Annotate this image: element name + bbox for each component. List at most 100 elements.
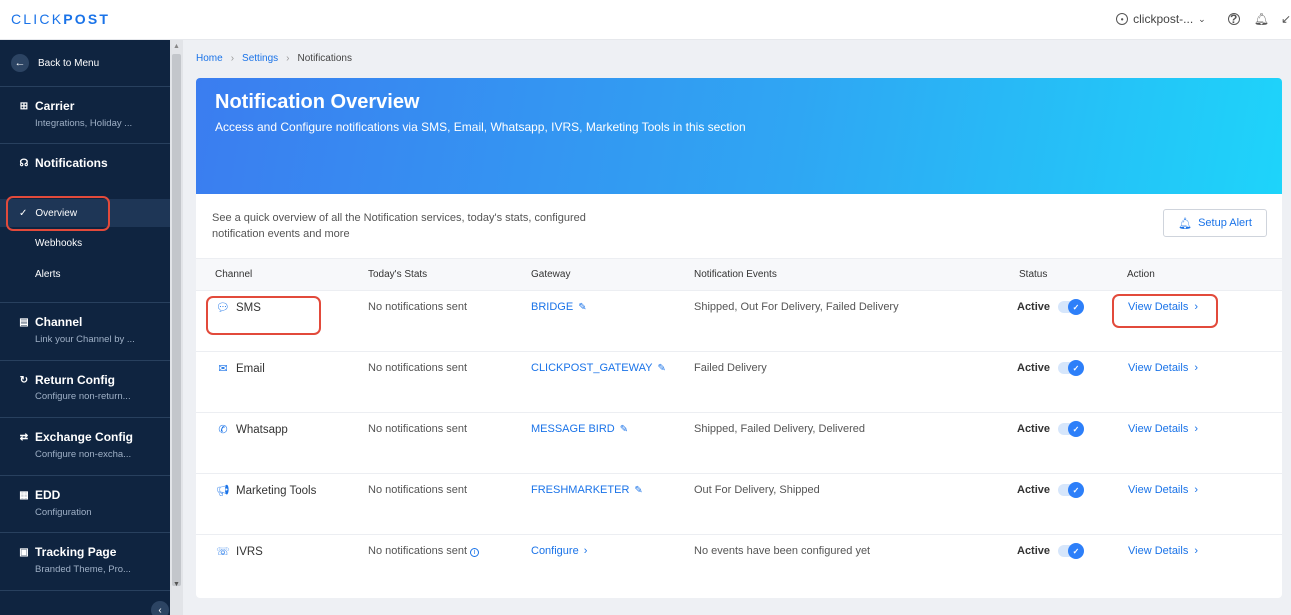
sidebar-item-label: Alerts <box>35 268 61 280</box>
status-toggle[interactable]: ✓ <box>1058 299 1085 315</box>
status-toggle[interactable]: ✓ <box>1058 482 1085 498</box>
sidebar-notifications-header[interactable]: ☊ Notifications <box>19 156 108 170</box>
view-details-label: View Details <box>1128 362 1189 374</box>
gateway-name: BRIDGE <box>531 301 574 313</box>
sidebar-section-title: Exchange Config <box>35 430 134 444</box>
sidebar-section-return-config[interactable]: ↻ Return Config Configure non-return... <box>0 361 170 418</box>
highlight-box-view-details <box>1112 294 1218 328</box>
status-toggle[interactable]: ✓ <box>1058 421 1085 437</box>
channel-name: Marketing Tools <box>236 484 317 497</box>
view-details-link[interactable]: View Details › <box>1128 484 1198 496</box>
status-label: Active <box>1017 484 1051 496</box>
email-icon: ✉ <box>218 363 228 375</box>
sidebar-item-webhooks[interactable]: Webhooks <box>0 229 170 257</box>
status-toggle[interactable]: ✓ <box>1058 360 1085 376</box>
column-header: Status <box>1019 269 1048 280</box>
info-icon[interactable]: i <box>470 548 480 557</box>
events-cell: Shipped, Failed Delivery, Delivered <box>694 423 865 435</box>
events-cell: Out For Delivery, Shipped <box>694 484 820 496</box>
question-circle-icon[interactable]: ? <box>1227 12 1240 26</box>
back-to-menu-button[interactable]: ← Back to Menu <box>0 40 170 87</box>
status-label: Active <box>1017 423 1051 435</box>
status-cell: Active ✓ <box>1017 360 1085 376</box>
sidebar-section-subtitle: Link your Channel by ... <box>35 334 135 345</box>
configure-link[interactable]: Configure › <box>531 545 587 557</box>
breadcrumb-settings[interactable]: Settings <box>242 53 278 64</box>
scroll-down-icon[interactable]: ▼ <box>173 581 180 588</box>
setup-alert-button[interactable]: 🔔︎ Setup Alert <box>1163 209 1267 237</box>
events-cell: Shipped, Out For Delivery, Failed Delive… <box>694 301 899 313</box>
gateway-link[interactable]: CLICKPOST_GATEWAY ✎ <box>531 362 666 374</box>
chevron-right-icon: › <box>583 545 588 557</box>
pencil-icon[interactable]: ✎ <box>634 485 642 496</box>
carrier-icon: ⊞ <box>19 100 29 112</box>
status-toggle[interactable]: ✓ <box>1058 543 1085 559</box>
status-cell: Active ✓ <box>1017 421 1085 437</box>
sidebar-section-subtitle: Branded Theme, Pro... <box>35 564 131 575</box>
page-title: Notification Overview <box>215 91 420 113</box>
chevron-left-icon: ‹ <box>158 604 162 615</box>
back-to-menu-label: Back to Menu <box>38 57 100 69</box>
channel-icon: ▤ <box>19 316 29 328</box>
chevron-right-icon: › <box>230 53 235 64</box>
highlight-box-sms <box>206 296 321 335</box>
status-cell: Active ✓ <box>1017 299 1085 315</box>
gateway-link[interactable]: FRESHMARKETER ✎ <box>531 484 643 496</box>
view-details-link[interactable]: View Details › <box>1128 545 1198 557</box>
bell-icon[interactable]: 🔔︎ <box>1254 12 1269 26</box>
account-menu[interactable]: • clickpost-... ⌄ <box>1116 12 1206 26</box>
chevron-right-icon: › <box>1194 545 1198 557</box>
arrow-left-icon: ← <box>11 54 29 72</box>
page-subtitle: Access and Configure notifications via S… <box>215 120 746 134</box>
channel-name: Email <box>236 362 265 375</box>
sidebar-item-alerts[interactable]: Alerts <box>0 260 170 288</box>
status-label: Active <box>1017 545 1051 557</box>
pencil-icon[interactable]: ✎ <box>578 302 586 313</box>
scrollbar-thumb[interactable] <box>172 54 181 586</box>
view-details-link[interactable]: View Details › <box>1128 362 1198 374</box>
exchange-icon: ⇄ <box>19 431 29 443</box>
view-details-link[interactable]: View Details › <box>1128 423 1198 435</box>
whatsapp-icon: ✆ <box>218 424 228 436</box>
check-icon: ✓ <box>1068 543 1085 559</box>
chevron-right-icon: › <box>1194 484 1198 496</box>
pencil-icon[interactable]: ✎ <box>657 363 665 374</box>
collapse-sidebar-button[interactable]: ‹ <box>151 601 169 615</box>
table-row: ✆ Whatsapp No notifications sent MESSAGE … <box>196 413 1282 474</box>
stats-cell: No notifications sent <box>368 301 468 313</box>
check-icon: ✓ <box>1068 482 1085 498</box>
breadcrumb-home[interactable]: Home <box>196 53 223 64</box>
sidebar-section-channel[interactable]: ▤ Channel Link your Channel by ... <box>0 303 170 361</box>
return-icon: ↻ <box>19 374 29 386</box>
phone-icon: ☏ <box>216 546 230 558</box>
sidebar-section-carrier[interactable]: ⊞ Carrier Integrations, Holiday ... <box>0 87 170 144</box>
sidebar-section-title: Channel <box>35 315 83 329</box>
pencil-icon[interactable]: ✎ <box>620 424 628 435</box>
sidebar-section-edd[interactable]: ▦ EDD Configuration <box>0 476 170 533</box>
megaphone-icon: 📢︎ <box>216 485 230 497</box>
table-header: Channel Today's Stats Gateway Notificati… <box>196 258 1282 291</box>
column-header: Action <box>1127 269 1155 280</box>
collapse-arrows-icon[interactable]: ↙ <box>1281 12 1291 26</box>
clickpost-logo[interactable]: CLICKPOST <box>11 11 110 27</box>
gateway-name: MESSAGE BIRD <box>531 423 615 435</box>
sidebar-section-tracking-page[interactable]: ▣ Tracking Page Branded Theme, Pro... <box>0 533 170 591</box>
sidebar-section-title: EDD <box>35 488 61 502</box>
notification-overview-card: Notification Overview Access and Configu… <box>196 78 1282 598</box>
chevron-right-icon: › <box>286 53 290 64</box>
sidebar-section-title: Carrier <box>35 99 75 113</box>
sidebar-scrollbar[interactable]: ▲ ▼ <box>170 40 183 615</box>
channel-cell: ✆ Whatsapp <box>216 423 287 437</box>
gateway-link[interactable]: BRIDGE ✎ <box>531 301 587 313</box>
view-details-label: View Details <box>1128 423 1189 435</box>
sidebar-section-exchange-config[interactable]: ⇄ Exchange Config Configure non-excha... <box>0 418 170 476</box>
gateway-name: CLICKPOST_GATEWAY <box>531 362 653 374</box>
top-right-controls: • clickpost-... ⌄ ? 🔔︎ ↙ <box>1116 10 1291 28</box>
scroll-up-icon[interactable]: ▲ <box>173 43 180 50</box>
stats-cell: No notifications sent <box>368 423 468 435</box>
table-row: 📢︎ Marketing Tools No notifications sent … <box>196 474 1282 535</box>
check-icon: ✓ <box>1068 299 1085 315</box>
status-label: Active <box>1017 301 1051 313</box>
channel-cell: ✉ Email <box>216 362 265 376</box>
gateway-link[interactable]: MESSAGE BIRD ✎ <box>531 423 628 435</box>
